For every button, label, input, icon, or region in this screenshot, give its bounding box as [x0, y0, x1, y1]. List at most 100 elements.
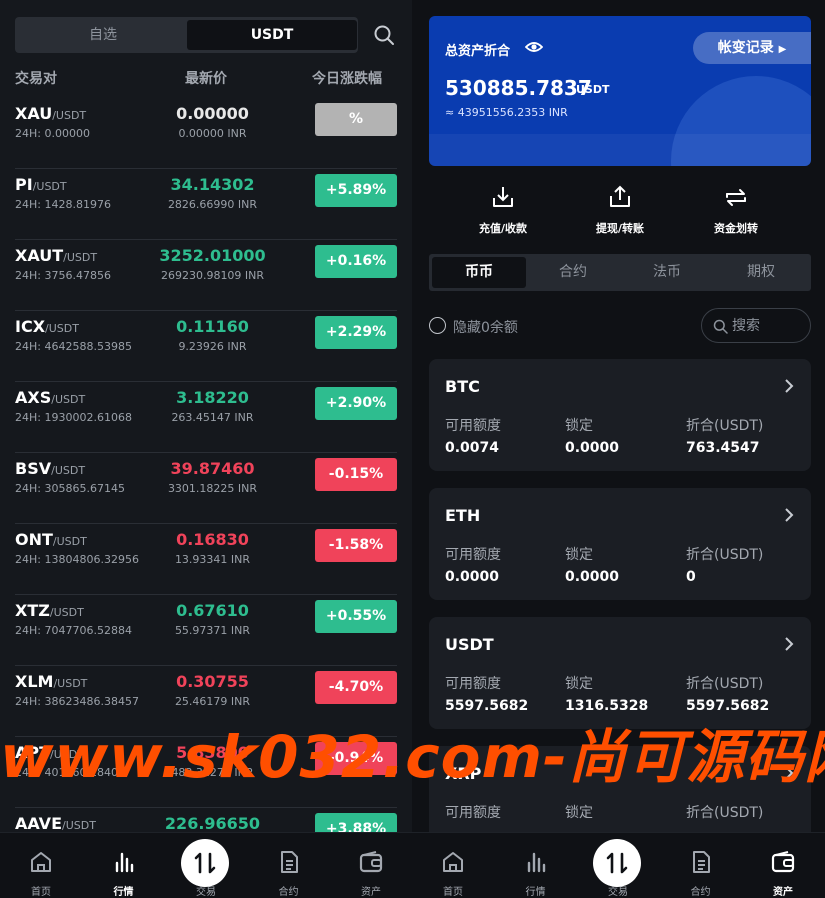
watermark-text: www.sk032.com-尚可源码网 — [0, 723, 825, 791]
header-price: 最新价 — [185, 71, 227, 87]
symbol-quote: /USDT — [32, 180, 67, 193]
symbol-quote: /USDT — [53, 677, 88, 690]
nav-home[interactable]: 首页 — [0, 833, 82, 898]
nav-home[interactable]: 首页 — [412, 833, 494, 898]
last-price: 0.67610 — [176, 601, 249, 620]
price-inr: 2826.66990 INR — [167, 198, 258, 211]
deposit-button[interactable]: 充值/收款 — [453, 184, 553, 236]
locked-label: 锁定 — [565, 805, 593, 821]
tab-contract[interactable]: 合约 — [526, 257, 620, 288]
last-price: 3.18220 — [176, 388, 249, 407]
withdraw-button[interactable]: 提现/转账 — [570, 184, 670, 236]
symbol-quote: /USDT — [49, 606, 84, 619]
asset-search-input[interactable] — [732, 315, 802, 337]
eye-icon[interactable] — [525, 40, 543, 54]
change-badge: +2.29% — [315, 316, 397, 349]
nav-trade[interactable]: 交易 — [577, 833, 659, 898]
coin-card[interactable]: ETH 可用额度 锁定 折合(USDT) 0.0000 0.0000 0 — [429, 488, 811, 600]
converted-label: 折合(USDT) — [686, 547, 764, 563]
nav-label: 首页 — [31, 887, 51, 898]
nav-label: 首页 — [443, 887, 463, 898]
chevron-right-icon[interactable] — [783, 507, 795, 523]
trade-circle[interactable] — [181, 839, 229, 887]
tab-spot[interactable]: 币币 — [432, 257, 526, 288]
account-tabs: 币币 合约 法币 期权 — [429, 254, 811, 291]
symbol-base: BSV — [15, 459, 52, 478]
price-inr: 263.45147 INR — [171, 411, 254, 424]
available-label: 可用额度 — [445, 805, 501, 821]
search-icon[interactable] — [373, 24, 395, 46]
symbol-quote: /USDT — [63, 251, 98, 264]
pair-symbol: XLM/USDT — [15, 672, 87, 691]
nav-contract[interactable]: 合约 — [248, 833, 330, 898]
nav-market[interactable]: 行情 — [495, 833, 577, 898]
tab-options[interactable]: 期权 — [714, 257, 808, 288]
chevron-right-icon[interactable] — [783, 636, 795, 652]
symbol-base: AXS — [15, 388, 52, 407]
bottom-nav-right: 首页 行情 交易 合约 资产 — [412, 832, 825, 898]
swap-arrows-icon — [606, 852, 628, 874]
symbol-quote: /USDT — [52, 535, 87, 548]
assets-panel: 总资产折合 帐变记录 ▶ 530885.7837 USDT ≈ 43951556… — [412, 0, 825, 832]
last-price: 0.30755 — [176, 672, 249, 691]
pair-symbol: AXS/USDT — [15, 388, 85, 407]
market-row[interactable]: XAUT/USDT 24H: 3756.47856 3252.01000 269230… — [15, 240, 397, 311]
price-inr: 25.46179 INR — [174, 695, 251, 708]
symbol-quote: /USDT — [51, 464, 86, 477]
price-inr: 55.97371 INR — [174, 624, 251, 637]
last-price: 3252.01000 — [159, 246, 266, 265]
nav-label: 行情 — [113, 887, 134, 898]
symbol-base: XLM — [15, 672, 54, 691]
withdraw-label: 提现/转账 — [595, 222, 645, 235]
market-segment: 自选 USDT — [15, 17, 358, 53]
locked-label: 锁定 — [565, 418, 593, 434]
radio-circle-icon[interactable] — [429, 317, 446, 334]
transaction-log-button[interactable]: 帐变记录 ▶ — [693, 32, 811, 64]
nav-label: 行情 — [525, 887, 546, 898]
volume-24h: 24H: 305865.67145 — [15, 482, 125, 495]
converted-value: 763.4547 — [686, 440, 760, 456]
symbol-base: AAVE — [15, 814, 62, 833]
nav-trade[interactable]: 交易 — [165, 833, 247, 898]
total-assets-card: 总资产折合 帐变记录 ▶ 530885.7837 USDT ≈ 43951556… — [429, 16, 811, 166]
tab-favorites[interactable]: 自选 — [18, 20, 188, 50]
market-row[interactable]: ICX/USDT 24H: 4642588.53985 0.11160 9.23926… — [15, 311, 397, 382]
home-icon — [443, 852, 463, 872]
transfer-arrows-icon — [726, 189, 746, 206]
nav-contract[interactable]: 合约 — [660, 833, 742, 898]
chevron-right-icon[interactable] — [783, 378, 795, 394]
bottom-nav-left: 首页 行情 交易 合约 资产 — [0, 832, 412, 898]
download-icon — [493, 187, 513, 207]
nav-market[interactable]: 行情 — [83, 833, 165, 898]
market-row[interactable]: BSV/USDT 24H: 305865.67145 39.87460 3301.18… — [15, 453, 397, 524]
nav-assets[interactable]: 资产 — [742, 833, 824, 898]
wallet-icon — [359, 851, 383, 873]
market-row[interactable]: ONT/USDT 24H: 13804806.32956 0.16830 13.933… — [15, 524, 397, 595]
available-value: 0.0074 — [445, 440, 500, 456]
volume-24h: 24H: 3756.47856 — [15, 269, 111, 282]
last-price: 0.16830 — [176, 530, 249, 549]
header-change[interactable]: 今日涨跌幅 — [312, 68, 382, 88]
market-row[interactable]: XAU/USDT 24H: 0.00000 0.00000 0.00000 INR% — [15, 98, 397, 169]
nav-label: 资产 — [773, 887, 793, 898]
caret-right-icon: ▶ — [778, 44, 787, 55]
document-icon — [280, 851, 298, 873]
asset-search[interactable] — [701, 308, 811, 343]
trade-circle[interactable] — [593, 839, 641, 887]
locked-value: 0.0000 — [565, 440, 620, 456]
header-pair: 交易对 — [15, 71, 57, 87]
market-row[interactable]: AXS/USDT 24H: 1930002.61068 3.18220 263.451… — [15, 382, 397, 453]
market-row[interactable]: XTZ/USDT 24H: 7047706.52884 0.67610 55.9737… — [15, 595, 397, 666]
market-row[interactable]: PI/USDT 24H: 1428.81976 34.14302 2826.66990… — [15, 169, 397, 240]
transfer-button[interactable]: 资金划转 — [686, 184, 786, 236]
coin-name: BTC — [445, 377, 480, 396]
converted-label: 折合(USDT) — [686, 418, 764, 434]
change-badge: +0.55% — [315, 600, 397, 633]
nav-assets[interactable]: 资产 — [330, 833, 412, 898]
price-inr: 269230.98109 INR — [160, 269, 265, 282]
tab-usdt[interactable]: USDT — [187, 20, 357, 50]
converted-label: 折合(USDT) — [686, 805, 764, 821]
total-assets-unit: USDT — [576, 83, 610, 96]
coin-card[interactable]: BTC 可用额度 锁定 折合(USDT) 0.0074 0.0000 763.4547 — [429, 359, 811, 471]
tab-fiat[interactable]: 法币 — [620, 257, 714, 288]
